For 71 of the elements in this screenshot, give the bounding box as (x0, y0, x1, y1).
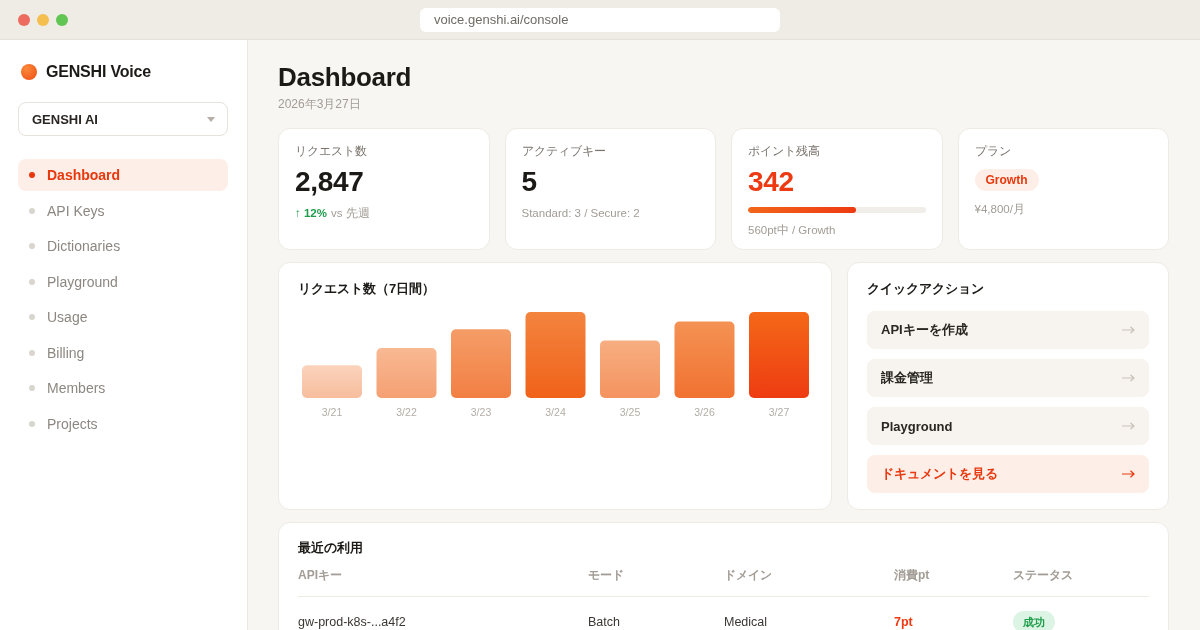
stat-value: 342 (748, 165, 795, 199)
chart-bar (451, 329, 511, 398)
section-title: 最近の利用 (298, 539, 364, 557)
bullet-dot-icon (29, 420, 35, 427)
bullet-dot-icon (29, 278, 35, 285)
stat-caption: 560pt中 / Growth (748, 223, 837, 238)
column-header: ドメイン (724, 567, 772, 583)
nav-item[interactable]: Billing (18, 336, 228, 369)
table-cell: Batch (588, 615, 620, 629)
chart-bar (376, 348, 437, 398)
arrow-right-icon (1122, 374, 1135, 382)
trend-caption: vs 先週 (330, 207, 370, 219)
chart-bar (302, 365, 362, 398)
stat-caption: ¥4,800/月 (974, 202, 1026, 217)
stat-value: 5 (521, 165, 538, 199)
table-cell: Medical (724, 615, 768, 629)
table-cell: gw-prod-k8s-...a4f2 (298, 615, 406, 629)
nav-item[interactable]: Projects (18, 407, 228, 440)
axis-label: 3/21 (321, 406, 343, 418)
column-header: 消費pt (894, 567, 930, 583)
stat-label: プラン (974, 143, 1012, 159)
column-header: ステータス (1013, 567, 1073, 583)
column-header: モード (588, 567, 624, 583)
minimize-icon[interactable] (37, 14, 49, 26)
bullet-dot-icon (29, 207, 35, 214)
quick-action-button[interactable]: APIキーを作成 (867, 311, 1149, 349)
bullet-dot-icon (29, 385, 35, 391)
axis-label: 3/22 (396, 406, 417, 418)
status-badge: 成功 (1013, 611, 1055, 630)
axis-label: 3/25 (619, 406, 641, 418)
stat-label: ポイント残高 (748, 143, 821, 159)
maximize-icon[interactable] (56, 14, 68, 26)
axis-label: 3/24 (545, 406, 566, 418)
quick-action-button[interactable]: 課金管理 (867, 359, 1149, 397)
bullet-dot-icon (29, 243, 35, 249)
arrow-right-icon (1122, 422, 1135, 430)
chart-bar (600, 340, 660, 398)
section-title: クイックアクション (867, 280, 985, 298)
date-text: 2026年3月27日 (278, 96, 362, 112)
nav-item[interactable]: Dictionaries (18, 230, 228, 262)
arrow-right-icon (1122, 326, 1135, 334)
plan-badge: Growth (974, 169, 1039, 191)
close-icon[interactable] (18, 14, 30, 26)
nav-item[interactable]: API Keys (18, 194, 228, 227)
nav-item[interactable]: Dashboard (18, 159, 228, 191)
bullet-dot-icon (29, 172, 35, 178)
bullet-dot-icon (29, 349, 35, 356)
bullet-dot-icon (29, 314, 35, 320)
nav-item[interactable]: Usage (18, 301, 228, 333)
stat-label: アクティブキー (521, 143, 607, 159)
table-cell: 7pt (894, 615, 913, 629)
quick-action-button[interactable]: ドキュメントを見る (867, 455, 1149, 493)
quick-action-button[interactable]: Playground (867, 407, 1149, 445)
stat-label: リクエスト数 (295, 143, 368, 159)
axis-label: 3/26 (694, 406, 715, 418)
axis-label: 3/23 (470, 406, 492, 418)
column-header: APIキー (298, 567, 342, 583)
page-title: Dashboard (278, 62, 413, 92)
nav-item[interactable]: Playground (18, 265, 228, 298)
arrow-right-icon (1122, 470, 1135, 478)
workspace-select[interactable]: GENSHI AI (18, 102, 228, 136)
stat-value: 2,847 (295, 165, 365, 199)
axis-label: 3/27 (768, 406, 790, 418)
stat-caption: Standard: 3 / Secure: 2 (521, 206, 641, 221)
caret-down-icon (207, 116, 215, 122)
address-bar[interactable]: voice.genshi.ai/console (420, 7, 780, 32)
logo-circle-icon (21, 64, 37, 80)
brand-name: GENSHI Voice (46, 63, 151, 81)
nav-item[interactable]: Members (18, 372, 228, 404)
trend-value: ↑ 12% (295, 207, 327, 219)
chart-title: リクエスト数（7日間） (298, 280, 437, 298)
